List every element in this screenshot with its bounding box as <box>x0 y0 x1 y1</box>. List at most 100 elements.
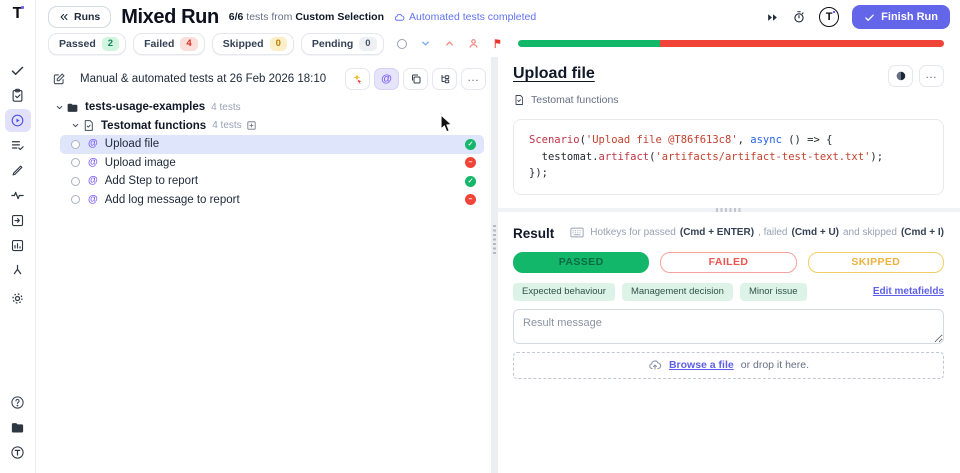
mark-skipped-button[interactable]: SKIPPED <box>808 252 944 273</box>
copy-button[interactable] <box>403 68 428 90</box>
suite-row[interactable]: Testomat functions 4 tests <box>46 117 486 136</box>
test-name: Add Step to report <box>105 175 198 187</box>
test-name: Upload image <box>105 157 176 169</box>
keyboard-icon <box>570 227 584 238</box>
tests-check-icon[interactable] <box>5 59 31 82</box>
test-checkbox[interactable] <box>71 158 80 167</box>
fast-forward-icon[interactable] <box>766 11 779 24</box>
filter-badge-passed[interactable]: Passed2 <box>48 33 126 55</box>
test-row[interactable]: @ Add log message to report – <box>60 191 484 210</box>
filter-badge-count: 4 <box>180 37 197 51</box>
code-line: Scenario('Upload file @T86f613c8', async… <box>529 132 928 149</box>
test-detail-panel: Upload file … Testomat functions Scenari… <box>498 57 960 473</box>
code-line: }); <box>529 165 928 182</box>
checklist-icon[interactable] <box>5 134 31 157</box>
assignee-icon[interactable] <box>468 38 479 49</box>
folder-row[interactable]: tests-usage-examples 4 tests <box>46 98 486 117</box>
filter-badges: Passed2 Failed4 Skipped 0 Pending0 <box>48 33 384 55</box>
filter-badge-label: Skipped <box>223 38 264 50</box>
user-avatar[interactable]: T <box>819 7 839 27</box>
filter-bar: Passed2 Failed4 Skipped 0 Pending0 <box>36 30 960 57</box>
chevron-down-icon[interactable] <box>68 121 82 130</box>
add-test-icon[interactable] <box>246 120 257 131</box>
filter-badge-count: 0 <box>270 37 287 51</box>
browse-file-link[interactable]: Browse a file <box>669 359 734 371</box>
settings-gear-icon[interactable] <box>5 287 31 310</box>
help-icon[interactable] <box>5 391 31 414</box>
more-options-button[interactable]: … <box>461 68 486 90</box>
finish-run-button[interactable]: Finish Run <box>852 5 950 29</box>
suite-test-count: 4 tests <box>212 120 241 131</box>
test-name: Add log message to report <box>105 194 240 206</box>
folder-test-count: 4 tests <box>211 102 240 113</box>
section-resize-handle[interactable] <box>498 208 960 212</box>
runs-icon[interactable] <box>5 109 31 132</box>
test-checkbox[interactable] <box>71 195 80 204</box>
automated-filter-button[interactable]: @ <box>374 68 399 90</box>
projects-folder-icon[interactable] <box>5 416 31 439</box>
history-contrast-button[interactable] <box>888 65 913 87</box>
status-passed-icon: ✓ <box>465 139 476 150</box>
check-icon <box>864 12 875 23</box>
import-icon[interactable] <box>5 209 31 232</box>
suite-file-icon <box>82 119 95 132</box>
metafield-tag[interactable]: Expected behaviour <box>513 283 615 301</box>
upload-cloud-icon <box>648 358 662 372</box>
drag-grip-icon <box>716 208 742 212</box>
filter-badge-skipped[interactable]: Skipped 0 <box>212 33 294 55</box>
activity-icon[interactable] <box>5 184 31 207</box>
edit-metafields-link[interactable]: Edit metafields <box>873 286 944 297</box>
folder-name: tests-usage-examples <box>85 101 205 113</box>
timer-icon[interactable] <box>792 10 806 24</box>
test-breadcrumb[interactable]: Testomat functions <box>513 94 944 106</box>
file-dropzone[interactable]: Browse a file or drop it here. <box>513 352 944 379</box>
test-code-block[interactable]: Scenario('Upload file @T86f613c8', async… <box>513 119 944 195</box>
tests-count: 6/6 <box>229 11 244 23</box>
mark-failed-button[interactable]: FAILED <box>660 252 796 273</box>
metafield-tag[interactable]: Management decision <box>622 283 733 301</box>
test-row[interactable]: @Add Step to report✓ <box>60 172 484 191</box>
test-tree: tests-usage-examples 4 tests Testomat fu… <box>46 98 486 209</box>
result-heading: Result <box>513 226 554 241</box>
run-description: Manual & automated tests at 26 Feb 2026 … <box>80 73 345 85</box>
metafield-tag[interactable]: Minor issue <box>740 283 807 301</box>
test-row[interactable]: @Upload image– <box>60 154 484 173</box>
progress-passed-segment <box>518 40 660 47</box>
sort-descending-icon[interactable] <box>420 38 431 49</box>
test-checkbox[interactable] <box>71 177 80 186</box>
filter-badge-pending[interactable]: Pending0 <box>301 33 384 55</box>
finish-run-label: Finish Run <box>881 11 938 23</box>
status-circle-icon[interactable] <box>397 39 407 49</box>
tree-structure-button[interactable] <box>432 68 457 90</box>
filter-badge-count: 2 <box>102 37 119 51</box>
panel-resize-handle[interactable] <box>491 57 498 473</box>
workspace-logo-icon[interactable] <box>5 441 31 464</box>
test-title[interactable]: Upload file <box>513 65 595 83</box>
automated-test-icon: @ <box>88 195 98 205</box>
result-message-input[interactable] <box>513 309 944 344</box>
automated-tests-status-link[interactable]: Automated tests completed <box>394 11 536 23</box>
flag-icon[interactable] <box>492 38 503 49</box>
filter-badge-failed[interactable]: Failed4 <box>133 33 205 55</box>
test-plans-icon[interactable] <box>5 84 31 107</box>
pen-icon[interactable] <box>5 159 31 182</box>
app-window: T Runs Mixed Run 6/6 tests from Custom S… <box>0 0 960 473</box>
branches-icon[interactable] <box>5 259 31 282</box>
mark-passed-button[interactable]: PASSED <box>513 252 649 273</box>
chevron-down-icon[interactable] <box>52 103 66 112</box>
run-subtitle: 6/6 tests from Custom Selection <box>229 11 384 23</box>
sort-ascending-icon[interactable] <box>444 38 455 49</box>
cloud-icon <box>394 12 405 23</box>
selection-name: Custom Selection <box>295 11 384 23</box>
top-bar: Runs Mixed Run 6/6 tests from Custom Sel… <box>36 0 960 30</box>
reports-icon[interactable] <box>5 234 31 257</box>
double-chevron-left-icon <box>59 12 69 22</box>
app-logo-icon[interactable]: T <box>13 6 23 22</box>
test-row[interactable]: @Upload file✓ <box>60 135 484 154</box>
more-options-button[interactable]: … <box>919 65 944 87</box>
status-failed-icon: – <box>465 194 476 205</box>
edit-run-icon[interactable] <box>52 72 66 86</box>
test-checkbox[interactable] <box>71 140 80 149</box>
ai-magic-button[interactable] <box>345 68 370 90</box>
back-to-runs-button[interactable]: Runs <box>48 6 111 28</box>
